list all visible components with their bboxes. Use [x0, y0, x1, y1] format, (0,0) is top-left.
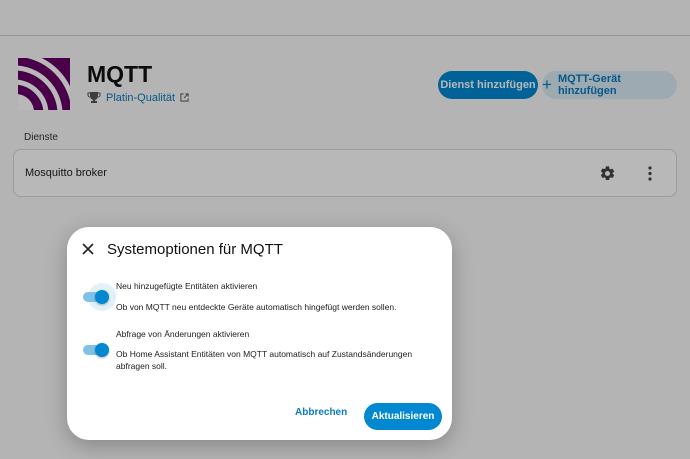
dialog-title: Systemoptionen für MQTT [107, 241, 283, 258]
enable-new-entities-switch[interactable] [83, 283, 116, 311]
option-label: Neu hinzugefügte Entitäten aktivieren [116, 281, 258, 291]
option-label: Abfrage von Änderungen aktivieren [116, 329, 250, 339]
option-description: Ob von MQTT neu entdeckte Geräte automat… [116, 302, 397, 312]
option-description: Ob Home Assistant Entitäten von MQTT aut… [116, 349, 413, 371]
enable-polling-switch[interactable] [83, 340, 113, 360]
system-options-dialog: Systemoptionen für MQTT Neu hinzugefügte… [67, 227, 452, 440]
cancel-button[interactable]: Abbrechen [295, 407, 347, 418]
switch-thumb [95, 290, 109, 304]
update-button[interactable]: Aktualisieren [364, 403, 442, 430]
close-icon[interactable] [81, 242, 95, 256]
switch-thumb [95, 343, 109, 357]
